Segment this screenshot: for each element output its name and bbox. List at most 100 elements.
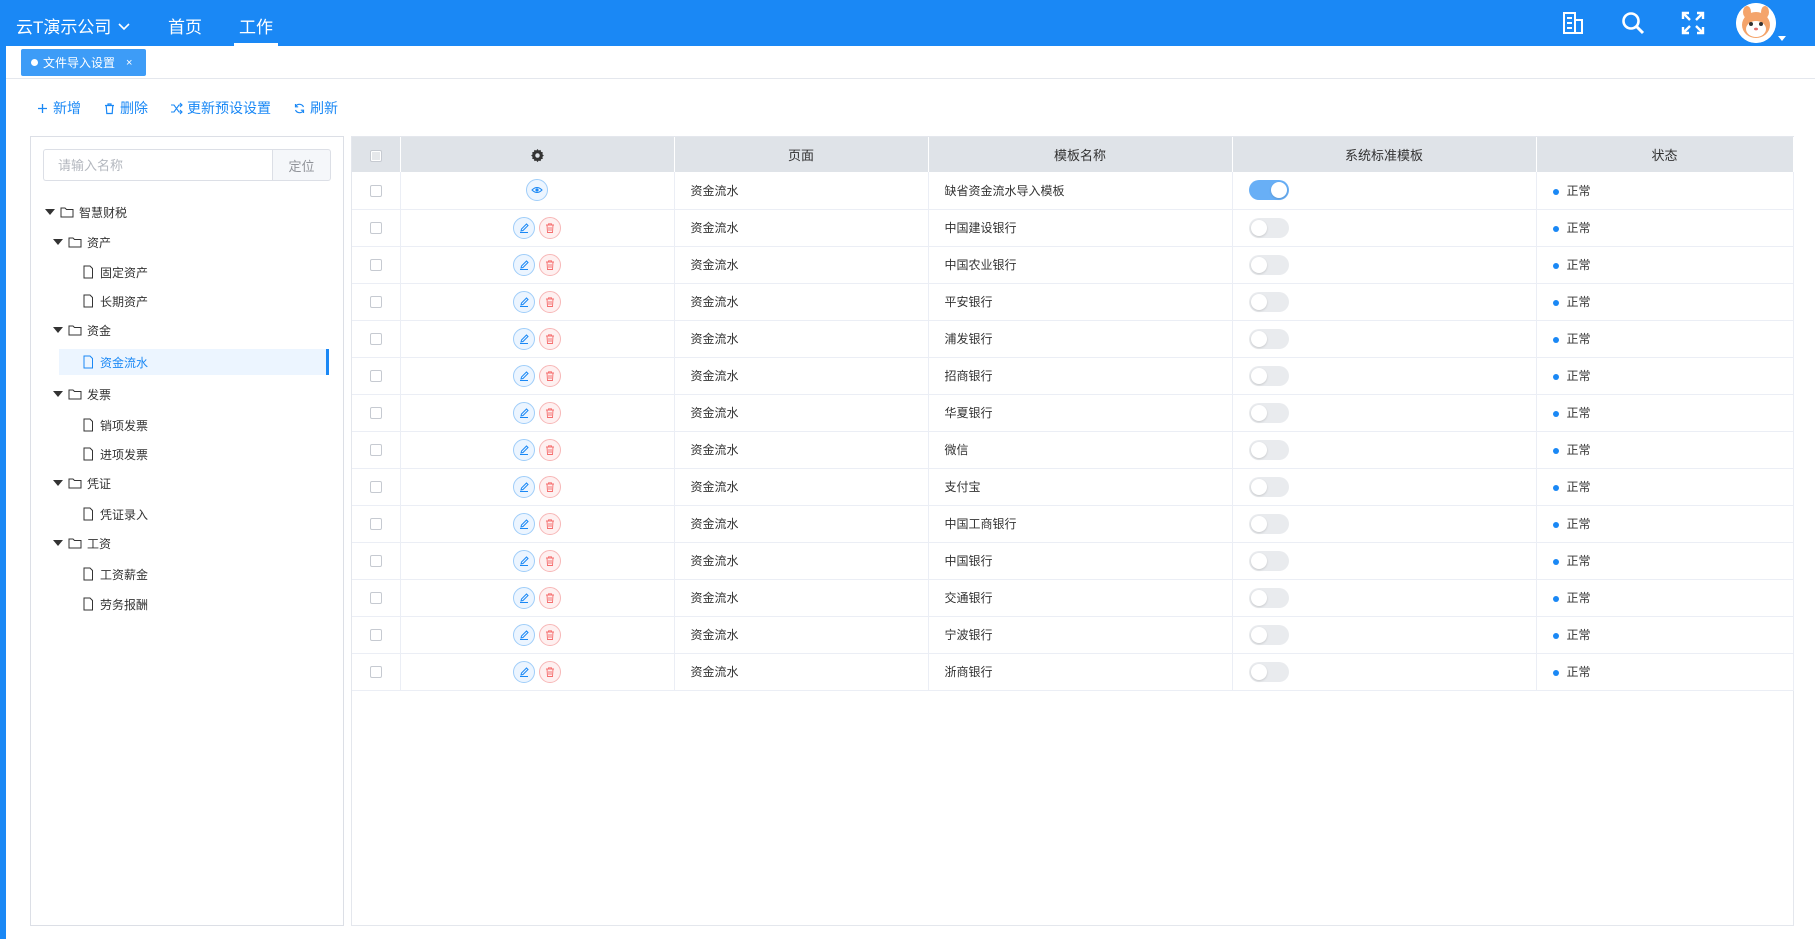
row-checkbox[interactable]: [369, 333, 382, 346]
table-row[interactable]: 资金流水 平安银行 正常: [352, 283, 1794, 321]
row-checkbox[interactable]: [369, 185, 382, 198]
tree-node-input-invoice[interactable]: 进项发票: [81, 441, 148, 467]
table-row[interactable]: 资金流水 中国银行 正常: [352, 542, 1794, 580]
nav-work[interactable]: 工作: [234, 13, 278, 46]
nav-home[interactable]: 首页: [168, 13, 202, 46]
standard-template-switch[interactable]: [1248, 291, 1289, 312]
row-checkbox[interactable]: [369, 555, 382, 568]
standard-template-switch[interactable]: [1248, 439, 1289, 460]
search-icon[interactable]: [1620, 10, 1646, 36]
standard-template-switch[interactable]: [1248, 402, 1289, 423]
delete-icon[interactable]: [539, 290, 561, 313]
delete-icon[interactable]: [539, 364, 561, 387]
tab-close-icon[interactable]: ×: [126, 57, 132, 69]
row-checkbox[interactable]: [369, 407, 382, 420]
edit-icon[interactable]: [513, 475, 535, 498]
caret-down-icon[interactable]: [53, 327, 63, 333]
building-icon[interactable]: [1560, 10, 1586, 36]
view-icon[interactable]: [526, 179, 548, 202]
standard-template-switch[interactable]: [1248, 328, 1289, 349]
tree-node-fund-flow[interactable]: 资金流水: [59, 349, 329, 375]
caret-down-icon[interactable]: [53, 540, 63, 546]
row-checkbox[interactable]: [369, 444, 382, 457]
refresh-button[interactable]: 刷新: [293, 98, 338, 118]
edit-icon[interactable]: [513, 512, 535, 535]
fullscreen-icon[interactable]: [1680, 10, 1706, 36]
table-row[interactable]: 资金流水 交通银行 正常: [352, 579, 1794, 617]
delete-icon[interactable]: [539, 660, 561, 683]
edit-icon[interactable]: [513, 438, 535, 461]
tree-node-root[interactable]: 智慧财税: [45, 199, 127, 225]
caret-down-icon[interactable]: [53, 239, 63, 245]
tree-node-sales-invoice[interactable]: 销项发票: [81, 412, 148, 438]
table-row[interactable]: 资金流水 中国工商银行 正常: [352, 505, 1794, 543]
tree-node-salary[interactable]: 工资: [53, 530, 111, 556]
tree-node-funds[interactable]: 资金: [53, 317, 111, 343]
row-checkbox[interactable]: [369, 296, 382, 309]
avatar-caret-icon[interactable]: [1778, 36, 1786, 41]
standard-template-switch[interactable]: [1248, 476, 1289, 497]
tree-node-assets[interactable]: 资产: [53, 229, 111, 255]
edit-icon[interactable]: [513, 660, 535, 683]
table-row[interactable]: 资金流水 中国农业银行 正常: [352, 246, 1794, 284]
column-header-template[interactable]: 模板名称: [928, 137, 1233, 172]
table-row[interactable]: 资金流水 支付宝 正常: [352, 468, 1794, 506]
delete-icon[interactable]: [539, 438, 561, 461]
standard-template-switch[interactable]: [1248, 661, 1289, 682]
standard-template-switch[interactable]: [1248, 180, 1289, 201]
standard-template-switch[interactable]: [1248, 254, 1289, 275]
tree-node-invoice[interactable]: 发票: [53, 381, 111, 407]
tab-file-import-settings[interactable]: 文件导入设置 ×: [21, 49, 147, 76]
row-checkbox[interactable]: [369, 259, 382, 272]
delete-icon[interactable]: [539, 475, 561, 498]
edit-icon[interactable]: [513, 401, 535, 424]
tree-node-labor-pay[interactable]: 劳务报酬: [81, 591, 148, 617]
edit-icon[interactable]: [513, 623, 535, 646]
standard-template-switch[interactable]: [1248, 217, 1289, 238]
select-all-checkbox[interactable]: [352, 137, 401, 172]
edit-icon[interactable]: [513, 253, 535, 276]
delete-icon[interactable]: [539, 623, 561, 646]
row-checkbox[interactable]: [369, 666, 382, 679]
update-preset-button[interactable]: 更新预设设置: [170, 98, 271, 118]
edit-icon[interactable]: [513, 549, 535, 572]
edit-icon[interactable]: [513, 327, 535, 350]
tree-node-fixed-assets[interactable]: 固定资产: [81, 259, 148, 285]
row-checkbox[interactable]: [369, 481, 382, 494]
tree-node-voucher[interactable]: 凭证: [53, 470, 111, 496]
standard-template-switch[interactable]: [1248, 513, 1289, 534]
edit-icon[interactable]: [513, 586, 535, 609]
company-selector[interactable]: 云T演示公司: [16, 13, 131, 38]
row-checkbox[interactable]: [369, 222, 382, 235]
gear-icon[interactable]: [530, 148, 545, 163]
standard-template-switch[interactable]: [1248, 365, 1289, 386]
row-checkbox[interactable]: [369, 629, 382, 642]
caret-down-icon[interactable]: [53, 391, 63, 397]
edit-icon[interactable]: [513, 290, 535, 313]
standard-template-switch[interactable]: [1248, 587, 1289, 608]
delete-icon[interactable]: [539, 253, 561, 276]
table-row[interactable]: 资金流水 缺省资金流水导入模板 正常: [352, 172, 1794, 210]
standard-template-switch[interactable]: [1248, 550, 1289, 571]
delete-icon[interactable]: [539, 327, 561, 350]
table-row[interactable]: 资金流水 浙商银行 正常: [352, 653, 1794, 691]
delete-icon[interactable]: [539, 216, 561, 239]
table-row[interactable]: 资金流水 中国建设银行 正常: [352, 209, 1794, 247]
tree-search-input[interactable]: [43, 149, 272, 181]
caret-down-icon[interactable]: [45, 209, 55, 215]
row-checkbox[interactable]: [369, 518, 382, 531]
table-row[interactable]: 资金流水 宁波银行 正常: [352, 616, 1794, 654]
avatar[interactable]: [1736, 3, 1776, 43]
edit-icon[interactable]: [513, 216, 535, 239]
delete-icon[interactable]: [539, 512, 561, 535]
row-checkbox[interactable]: [369, 370, 382, 383]
delete-icon[interactable]: [539, 401, 561, 424]
standard-template-switch[interactable]: [1248, 624, 1289, 645]
delete-icon[interactable]: [539, 586, 561, 609]
delete-button[interactable]: 删除: [103, 98, 148, 118]
add-button[interactable]: 新增: [36, 98, 81, 118]
table-row[interactable]: 资金流水 浦发银行 正常: [352, 320, 1794, 358]
column-header-standard[interactable]: 系统标准模板: [1232, 137, 1537, 172]
caret-down-icon[interactable]: [53, 480, 63, 486]
edit-icon[interactable]: [513, 364, 535, 387]
